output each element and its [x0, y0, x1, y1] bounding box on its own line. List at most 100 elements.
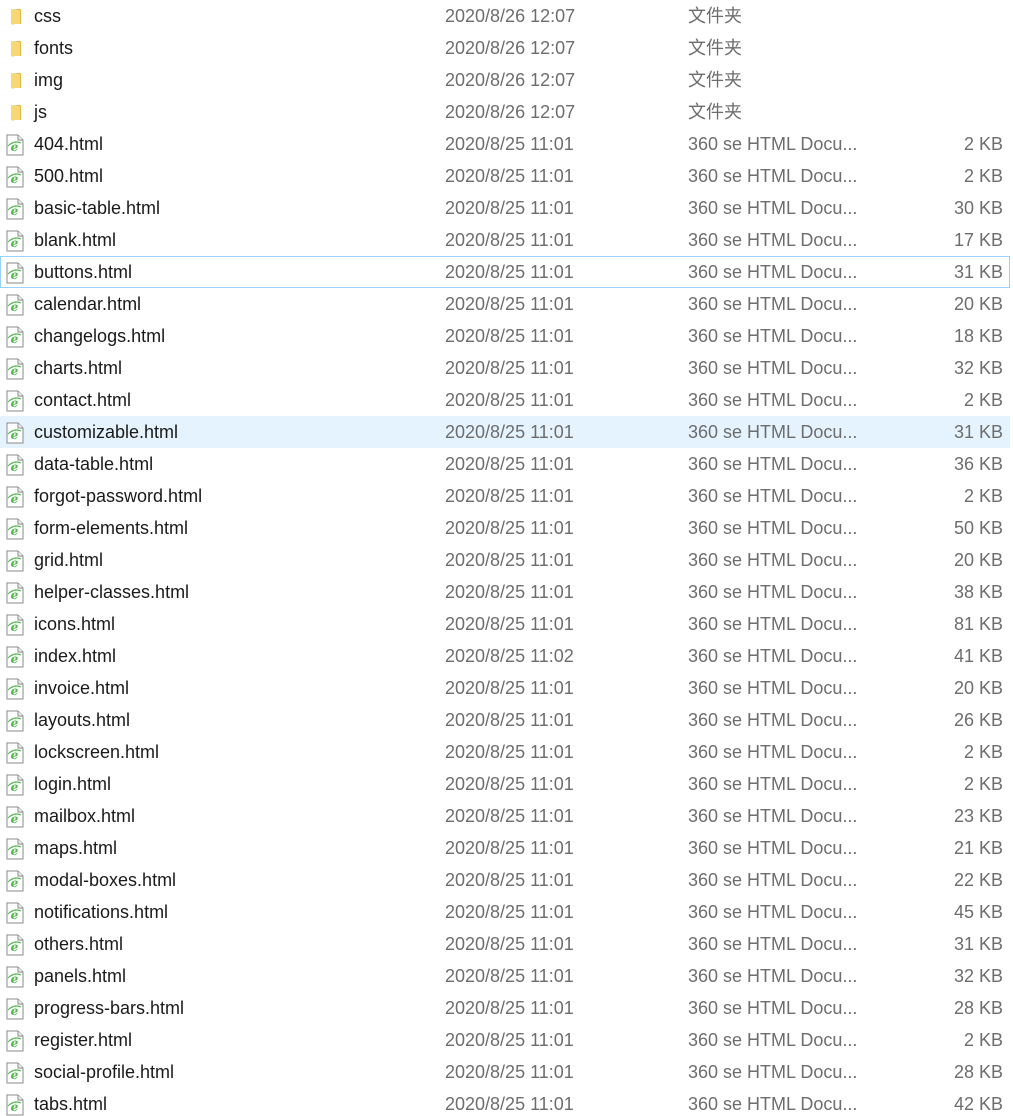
file-type: 360 se HTML Docu... — [688, 198, 858, 218]
file-name: buttons.html — [34, 262, 133, 282]
file-name: blank.html — [34, 230, 117, 250]
file-modified-date: 2020/8/26 12:07 — [445, 6, 576, 26]
file-row[interactable]: e others.html 2020/8/25 11:01 360 se HTML D… — [0, 928, 1010, 960]
file-row[interactable]: img 2020/8/26 12:07 文件夹 — [0, 64, 1010, 96]
file-name: lockscreen.html — [34, 742, 160, 762]
file-row[interactable]: e 500.html 2020/8/25 11:01 360 se HTML Docu… — [0, 160, 1010, 192]
file-type: 360 se HTML Docu... — [688, 1030, 858, 1050]
file-row[interactable]: e social-profile.html 2020/8/25 11:01 360 s… — [0, 1056, 1010, 1088]
file-type: 360 se HTML Docu... — [688, 230, 858, 250]
file-type: 360 se HTML Docu... — [688, 390, 858, 410]
file-type: 360 se HTML Docu... — [688, 358, 858, 378]
file-modified-date: 2020/8/25 11:01 — [445, 134, 574, 154]
html-document-icon: e — [5, 934, 25, 956]
file-type: 360 se HTML Docu... — [688, 518, 858, 538]
file-type: 360 se HTML Docu... — [688, 838, 858, 858]
file-row[interactable]: e register.html 2020/8/25 11:01 360 se HTML… — [0, 1024, 1010, 1056]
file-modified-date: 2020/8/25 11:01 — [445, 966, 574, 986]
file-modified-date: 2020/8/26 12:07 — [445, 70, 576, 90]
file-name: contact.html — [34, 390, 132, 410]
html-document-icon: e — [5, 966, 25, 988]
file-type: 360 se HTML Docu... — [688, 422, 858, 442]
html-document-icon: e — [5, 614, 25, 636]
html-document-icon: e — [5, 134, 25, 156]
file-row[interactable]: e changelogs.html 2020/8/25 11:01 360 se HT… — [0, 320, 1010, 352]
file-row[interactable]: e forgot-password.html 2020/8/25 11:01 360 … — [0, 480, 1010, 512]
html-document-icon: e — [5, 550, 25, 572]
file-name: index.html — [34, 646, 117, 666]
html-document-icon: e — [5, 870, 25, 892]
html-document-icon: e — [5, 326, 25, 348]
file-modified-date: 2020/8/25 11:01 — [445, 678, 574, 698]
file-size: 38 KB — [953, 582, 1003, 602]
file-type: 360 se HTML Docu... — [688, 1062, 858, 1082]
file-row[interactable]: fonts 2020/8/26 12:07 文件夹 — [0, 32, 1010, 64]
file-size: 2 KB — [963, 486, 1003, 506]
file-row[interactable]: e modal-boxes.html 2020/8/25 11:01 360 se H… — [0, 864, 1010, 896]
file-name: calendar.html — [34, 294, 142, 314]
file-list: css 2020/8/26 12:07 文件夹 fonts 2020/8/26 12:0… — [0, 0, 1013, 1116]
file-modified-date: 2020/8/26 12:07 — [445, 102, 576, 122]
file-row[interactable]: e grid.html 2020/8/25 11:01 360 se HTML Doc… — [0, 544, 1010, 576]
file-row[interactable]: e basic-table.html 2020/8/25 11:01 360 se H… — [0, 192, 1010, 224]
file-row[interactable]: e notifications.html 2020/8/25 11:01 360 se… — [0, 896, 1010, 928]
file-type: 360 se HTML Docu... — [688, 646, 858, 666]
file-type: 文件夹 — [688, 70, 742, 90]
file-name: maps.html — [34, 838, 118, 858]
file-type: 文件夹 — [688, 6, 742, 26]
file-row[interactable]: e panels.html 2020/8/25 11:01 360 se HTML D… — [0, 960, 1010, 992]
file-modified-date: 2020/8/25 11:01 — [445, 166, 574, 186]
file-row[interactable]: js 2020/8/26 12:07 文件夹 — [0, 96, 1010, 128]
file-name: data-table.html — [34, 454, 154, 474]
file-modified-date: 2020/8/25 11:01 — [445, 454, 574, 474]
file-row[interactable]: e icons.html 2020/8/25 11:01 360 se HTML Do… — [0, 608, 1010, 640]
file-row[interactable]: e progress-bars.html 2020/8/25 11:01 360 se… — [0, 992, 1010, 1024]
file-row[interactable]: e maps.html 2020/8/25 11:01 360 se HTML Doc… — [0, 832, 1010, 864]
file-size: 23 KB — [953, 806, 1003, 826]
file-row[interactable]: e login.html 2020/8/25 11:01 360 se HTML Do… — [0, 768, 1010, 800]
file-row[interactable]: e lockscreen.html 2020/8/25 11:01 360 se HT… — [0, 736, 1010, 768]
file-size: 17 KB — [953, 230, 1003, 250]
file-modified-date: 2020/8/25 11:01 — [445, 326, 574, 346]
file-type: 360 se HTML Docu... — [688, 774, 858, 794]
file-row[interactable]: e index.html 2020/8/25 11:02 360 se HTML Do… — [0, 640, 1010, 672]
file-row[interactable]: e customizable.html 2020/8/25 11:01 360 se … — [0, 416, 1010, 448]
file-name: panels.html — [34, 966, 127, 986]
file-type: 360 se HTML Docu... — [688, 262, 858, 282]
file-size: 2 KB — [963, 1030, 1003, 1050]
file-type: 360 se HTML Docu... — [688, 134, 858, 154]
file-row[interactable]: e buttons.html 2020/8/25 11:01 360 se HTML … — [0, 256, 1010, 288]
file-row[interactable]: e charts.html 2020/8/25 11:01 360 se HTML D… — [0, 352, 1010, 384]
file-row[interactable]: e form-elements.html 2020/8/25 11:01 360 se… — [0, 512, 1010, 544]
file-row[interactable]: e calendar.html 2020/8/25 11:01 360 se HTML… — [0, 288, 1010, 320]
folder-icon — [5, 6, 25, 28]
file-row[interactable]: e contact.html 2020/8/25 11:01 360 se HTML … — [0, 384, 1010, 416]
file-modified-date: 2020/8/25 11:01 — [445, 1030, 574, 1050]
file-row[interactable]: e data-table.html 2020/8/25 11:01 360 se HT… — [0, 448, 1010, 480]
file-type: 360 se HTML Docu... — [688, 1094, 858, 1114]
file-name: notifications.html — [34, 902, 169, 922]
file-size: 45 KB — [953, 902, 1003, 922]
file-name: progress-bars.html — [34, 998, 185, 1018]
html-document-icon: e — [5, 198, 25, 220]
file-row[interactable]: e 404.html 2020/8/25 11:01 360 se HTML Docu… — [0, 128, 1010, 160]
file-type: 360 se HTML Docu... — [688, 998, 858, 1018]
file-name: register.html — [34, 1030, 133, 1050]
file-modified-date: 2020/8/25 11:01 — [445, 550, 574, 570]
file-row[interactable]: e invoice.html 2020/8/25 11:01 360 se HTML … — [0, 672, 1010, 704]
file-modified-date: 2020/8/25 11:01 — [445, 518, 574, 538]
file-row[interactable]: e tabs.html 2020/8/25 11:01 360 se HTML Doc… — [0, 1088, 1010, 1116]
html-document-icon: e — [5, 902, 25, 924]
file-row[interactable]: e helper-classes.html 2020/8/25 11:01 360 s… — [0, 576, 1010, 608]
file-row[interactable]: e blank.html 2020/8/25 11:01 360 se HTML Do… — [0, 224, 1010, 256]
file-row[interactable]: e layouts.html 2020/8/25 11:01 360 se HTML … — [0, 704, 1010, 736]
file-type: 文件夹 — [688, 102, 742, 122]
file-name: forgot-password.html — [34, 486, 203, 506]
file-type: 360 se HTML Docu... — [688, 902, 858, 922]
file-row[interactable]: e mailbox.html 2020/8/25 11:01 360 se HTML … — [0, 800, 1010, 832]
file-modified-date: 2020/8/25 11:01 — [445, 198, 574, 218]
file-name: 404.html — [34, 134, 104, 154]
html-document-icon: e — [5, 1094, 25, 1116]
file-row[interactable]: css 2020/8/26 12:07 文件夹 — [0, 0, 1010, 32]
file-type: 360 se HTML Docu... — [688, 870, 858, 890]
